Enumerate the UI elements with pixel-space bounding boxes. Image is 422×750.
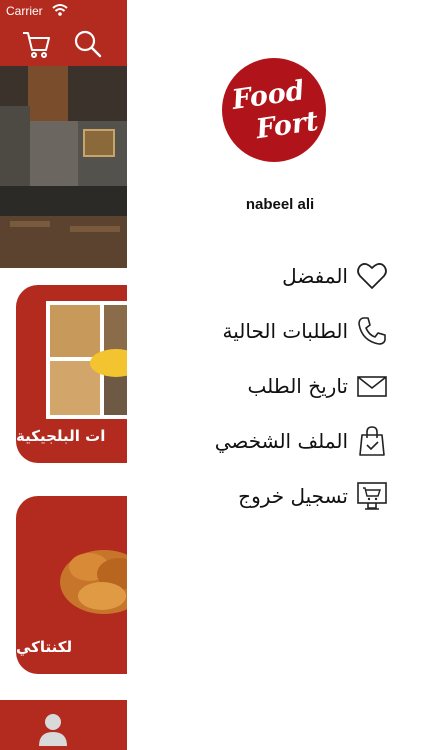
- top-bar: [0, 22, 128, 66]
- shopping-bag-icon: [359, 426, 385, 456]
- menu-item-label: تاريخ الطلب: [247, 374, 348, 398]
- menu-item-current-orders[interactable]: الطلبات الحالية: [200, 311, 410, 351]
- heart-icon: [357, 263, 387, 289]
- menu-item-logout[interactable]: تسجيل خروج: [200, 476, 410, 516]
- logout-screen-icon: [357, 482, 387, 510]
- menu-item-label: المفضل: [282, 264, 348, 288]
- cart-icon[interactable]: [20, 28, 52, 60]
- food-fort-logo: Food Fort: [222, 58, 326, 162]
- menu-item-label: الملف الشخصي: [214, 429, 348, 453]
- restaurant-photo: [0, 66, 128, 268]
- carrier-label: Carrier: [6, 4, 43, 18]
- menu-item-order-history[interactable]: تاريخ الطلب: [200, 366, 410, 406]
- restaurant-interior-image: [0, 66, 128, 268]
- phone-icon: [358, 317, 386, 345]
- bottom-tab-bar: [0, 700, 128, 750]
- profile-icon[interactable]: [37, 710, 69, 746]
- menu-item-label: تسجيل خروج: [238, 484, 348, 508]
- search-icon[interactable]: [72, 28, 104, 60]
- status-bar: Carrier: [0, 0, 128, 22]
- menu-item-profile[interactable]: الملف الشخصي: [200, 421, 410, 461]
- envelope-icon: [357, 376, 387, 397]
- menu-item-favorites[interactable]: المفضل: [200, 256, 410, 296]
- menu-item-label: الطلبات الحالية: [222, 319, 349, 343]
- wifi-icon: [52, 4, 68, 16]
- user-name: nabeel ali: [245, 196, 315, 213]
